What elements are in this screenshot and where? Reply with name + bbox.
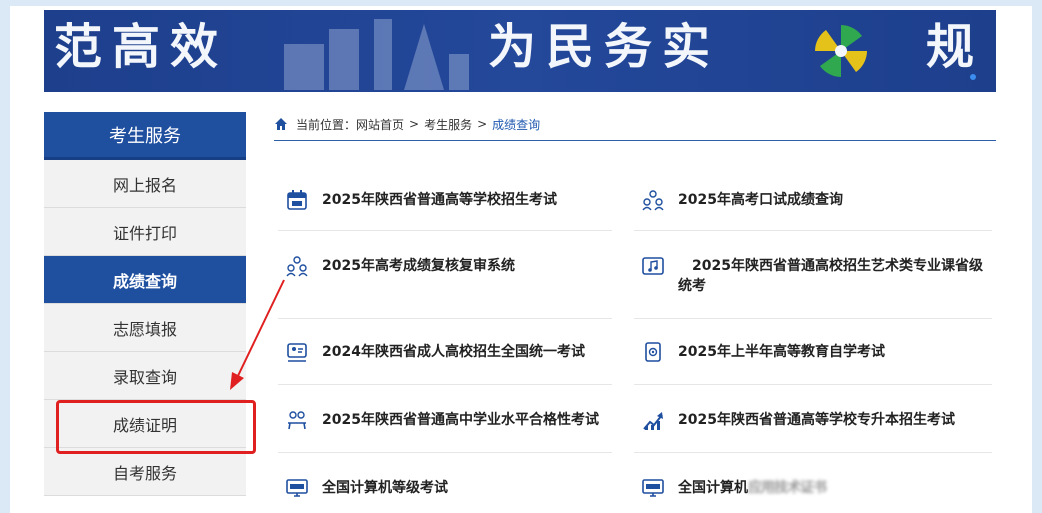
- music-icon: [642, 257, 664, 275]
- pinwheel-logo-icon: [815, 25, 867, 77]
- row-divider: [278, 452, 612, 453]
- ncre-monitor-icon: [286, 479, 308, 497]
- nit-monitor-icon: [642, 479, 664, 497]
- service-label: 2025年陕西省普通高校招生艺术类专业课省级统考: [678, 258, 983, 294]
- breadcrumb-home-link[interactable]: 网站首页: [356, 116, 404, 133]
- service-link-upgrade-exam[interactable]: 2025年陕西省普通高等学校专升本招生考试: [642, 410, 987, 431]
- document-icon: [645, 342, 661, 362]
- row-divider: [278, 384, 612, 385]
- people-icon: [642, 190, 664, 211]
- row-divider: [278, 318, 612, 319]
- header-banner: 范高效 为民务实 规: [44, 10, 996, 92]
- service-link-self-study-exam[interactable]: 2025年上半年高等教育自学考试: [642, 342, 987, 363]
- service-label-blurred: 应用技术证书: [748, 480, 827, 496]
- breadcrumb-current: 成绩查询: [492, 117, 541, 132]
- row-divider: [634, 318, 992, 319]
- service-label: 2025年高考成绩复核复审系统: [322, 258, 515, 274]
- service-label: 2025年陕西省普通高中学业水平合格性考试: [322, 412, 599, 428]
- service-link-oral-exam[interactable]: 2025年高考口试成绩查询: [642, 190, 987, 211]
- campus-building-art: [284, 19, 469, 90]
- row-divider: [634, 384, 992, 385]
- service-link-gaokao[interactable]: 2025年陕西省普通高等学校招生考试: [286, 190, 631, 211]
- row-divider: [634, 452, 992, 453]
- chart-up-icon: [643, 412, 663, 430]
- row-divider: [278, 230, 612, 231]
- sidebar-item-application[interactable]: 志愿填报: [44, 304, 246, 352]
- people-icon: [286, 256, 308, 277]
- sidebar-title: 考生服务: [44, 112, 246, 160]
- sidebar-item-online-registration[interactable]: 网上报名: [44, 160, 246, 208]
- sidebar-item-id-print[interactable]: 证件打印: [44, 208, 246, 256]
- service-link-ncre[interactable]: 全国计算机等级考试: [286, 478, 631, 499]
- service-link-academic-level-exam[interactable]: 2025年陕西省普通高中学业水平合格性考试: [286, 410, 631, 431]
- banner-slogan-right: 为民务实: [488, 19, 721, 75]
- breadcrumb-prefix: 当前位置：: [296, 117, 357, 132]
- breadcrumb-separator: >: [409, 117, 420, 131]
- sidebar-item-score-query[interactable]: 成绩查询: [44, 256, 246, 304]
- service-label: 全国计算机等级考试: [322, 480, 448, 496]
- row-divider: [634, 230, 992, 231]
- banner-slogan-left: 范高效: [54, 19, 229, 75]
- service-label: 2025年陕西省普通高等学校专升本招生考试: [678, 412, 955, 428]
- service-link-nit[interactable]: 全国计算机 应用技术证书: [642, 478, 987, 499]
- banner-dot: [970, 74, 976, 80]
- service-label: 全国计算机: [678, 480, 748, 496]
- service-label: 2024年陕西省成人高校招生全国统一考试: [322, 344, 585, 360]
- annotation-highlight-box: [56, 400, 256, 454]
- sidebar-item-self-exam[interactable]: 自考服务: [44, 448, 246, 496]
- breadcrumb-separator: >: [477, 117, 488, 131]
- page-frame: 范高效 为民务实 规 考生服务 网上报名 证件打印 成绩查询 志愿填报 录取查询…: [10, 6, 1032, 513]
- id-card-icon: [287, 343, 307, 362]
- home-icon: [275, 118, 287, 130]
- annotation-arrow-icon: [230, 279, 285, 390]
- service-label: 2025年陕西省普通高等学校招生考试: [322, 192, 557, 208]
- service-link-art-exam[interactable]: 2025年陕西省普通高校招生艺术类专业课省级统考: [642, 256, 987, 296]
- banner-slogan-far-right: 规: [926, 19, 985, 75]
- breadcrumb-section-link[interactable]: 考生服务: [424, 116, 472, 133]
- service-link-score-review[interactable]: 2025年高考成绩复核复审系统: [286, 256, 631, 277]
- service-label: 2025年上半年高等教育自学考试: [678, 344, 885, 360]
- breadcrumb: 当前位置： 网站首页 > 考生服务 > 成绩查询: [274, 108, 996, 141]
- sidebar-item-admission-query[interactable]: 录取查询: [44, 352, 246, 400]
- service-link-adult-exam[interactable]: 2024年陕西省成人高校招生全国统一考试: [286, 342, 631, 363]
- calendar-icon: [287, 190, 307, 210]
- service-label: 2025年高考口试成绩查询: [678, 192, 843, 208]
- people-table-icon: [288, 411, 306, 430]
